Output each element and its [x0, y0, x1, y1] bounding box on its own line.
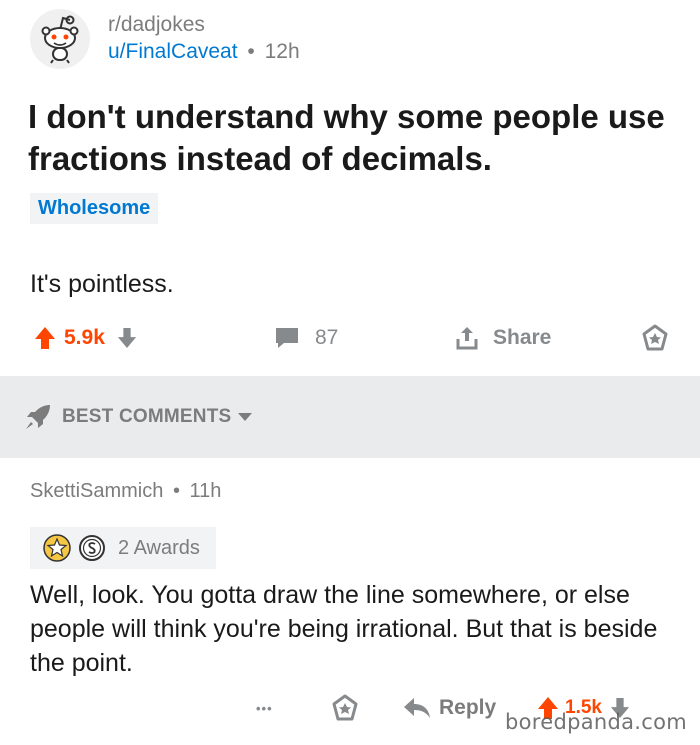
subreddit-avatar[interactable] — [30, 9, 90, 69]
share-label: Share — [493, 326, 552, 349]
watermark-text: boredpanda.com — [505, 710, 688, 734]
awards-count: 2 Awards — [118, 536, 200, 559]
post-byline: u/FinalCaveat • 12h — [108, 38, 300, 66]
sort-label: BEST COMMENTS — [62, 406, 232, 427]
post-flair[interactable]: Wholesome — [30, 193, 159, 224]
post-body: It's pointless. — [30, 270, 174, 298]
share-button[interactable]: Share — [455, 318, 551, 358]
comment-count: 87 — [315, 326, 339, 349]
comment-meta: SkettiSammich • 11h — [30, 480, 221, 503]
post-title[interactable]: I don't understand why some people use f… — [28, 96, 668, 180]
more-options-button[interactable]: ••• — [256, 688, 273, 728]
comment-bubble-icon — [276, 328, 298, 348]
more-options-icon: ••• — [256, 700, 273, 716]
reply-arrow-icon — [404, 698, 430, 718]
snoo-icon — [41, 15, 79, 64]
upvote-icon[interactable] — [34, 326, 56, 350]
award-badge-icon — [642, 324, 668, 351]
comment-body: Well, look. You gotta draw the line some… — [30, 581, 658, 677]
downvote-icon[interactable] — [117, 327, 137, 349]
gold-award-icon — [43, 534, 71, 562]
rocket-icon — [26, 405, 50, 429]
post-age: 12h — [264, 40, 300, 63]
post-score: 5.9k — [64, 326, 105, 349]
comments-button[interactable]: 87 — [274, 318, 338, 358]
post-header: r/dadjokes u/FinalCaveat • 12h — [30, 8, 300, 70]
comment-award-button[interactable] — [331, 688, 359, 728]
comment-awards[interactable]: 2 Awards — [30, 527, 216, 569]
comment-byline-separator: • — [172, 480, 180, 502]
post-vote-group: 5.9k — [34, 318, 137, 358]
post-action-row: 5.9k 87 Share — [0, 318, 700, 358]
silver-award-icon — [79, 535, 105, 561]
byline-separator: • — [247, 40, 255, 63]
award-button[interactable] — [641, 318, 669, 358]
comment-author[interactable]: SkettiSammich — [30, 480, 163, 502]
reply-button[interactable]: Reply — [403, 688, 496, 728]
subreddit-name[interactable]: r/dadjokes — [108, 12, 300, 38]
comment-sort-dropdown[interactable]: BEST COMMENTS — [24, 401, 253, 433]
award-badge-icon — [332, 694, 358, 721]
share-icon — [456, 327, 478, 350]
comment-age: 11h — [189, 480, 222, 502]
chevron-down-icon — [238, 413, 253, 421]
reply-label: Reply — [439, 696, 497, 719]
post-author[interactable]: u/FinalCaveat — [108, 40, 238, 63]
